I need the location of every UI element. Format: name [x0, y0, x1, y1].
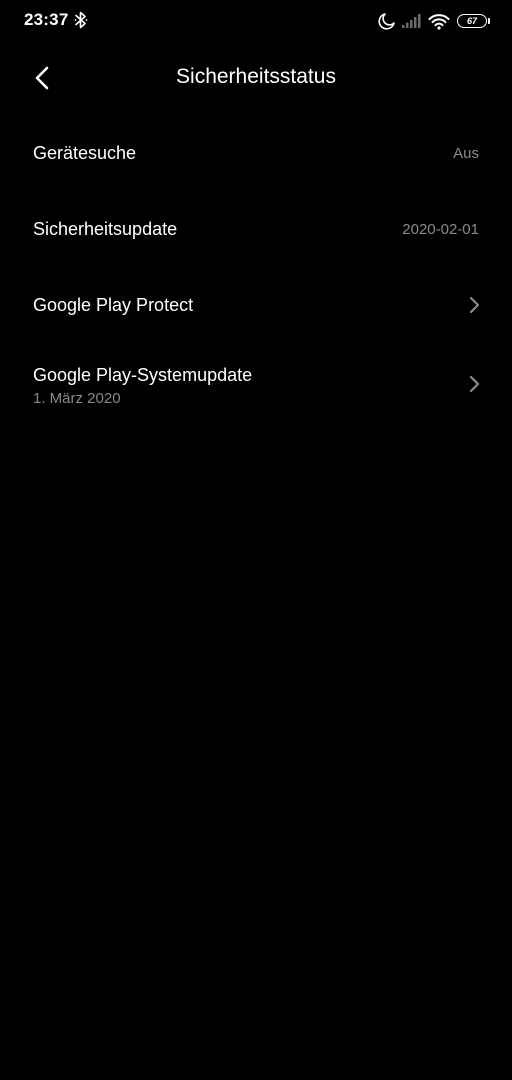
signal-icon: [402, 14, 421, 28]
bluetooth-icon: [74, 11, 88, 29]
battery-icon: 67: [457, 14, 487, 28]
header: Sicherheitsstatus: [0, 52, 512, 104]
row-label: Google Play-Systemupdate: [33, 365, 253, 385]
row-google-play-systemupdate[interactable]: Google Play-Systemupdate 1. März 2020: [0, 343, 512, 427]
page-title: Sicherheitsstatus: [176, 65, 336, 88]
battery-level: 67: [466, 15, 477, 26]
settings-list: Gerätesuche Aus Sicherheitsupdate 2020-0…: [0, 115, 512, 427]
row-google-play-protect[interactable]: Google Play Protect: [0, 267, 512, 343]
row-subtitle: 1. März 2020: [33, 390, 121, 407]
row-value: Aus: [453, 145, 479, 162]
row-value: 2020-02-01: [402, 221, 479, 238]
battery-cap: [488, 18, 490, 24]
status-bar: 23:37 67: [0, 0, 512, 42]
row-label: Google Play Protect: [33, 295, 194, 315]
chevron-right-icon: [469, 296, 480, 314]
chevron-right-icon: [469, 375, 480, 393]
status-icons: 67: [378, 10, 490, 32]
row-sicherheitsupdate[interactable]: Sicherheitsupdate 2020-02-01: [0, 191, 512, 267]
row-geraetesuche[interactable]: Gerätesuche Aus: [0, 115, 512, 191]
row-label: Sicherheitsupdate: [33, 219, 178, 239]
row-label: Gerätesuche: [33, 143, 137, 163]
moon-icon: [378, 13, 395, 30]
status-time: 23:37: [24, 10, 69, 29]
wifi-icon: [428, 13, 450, 30]
